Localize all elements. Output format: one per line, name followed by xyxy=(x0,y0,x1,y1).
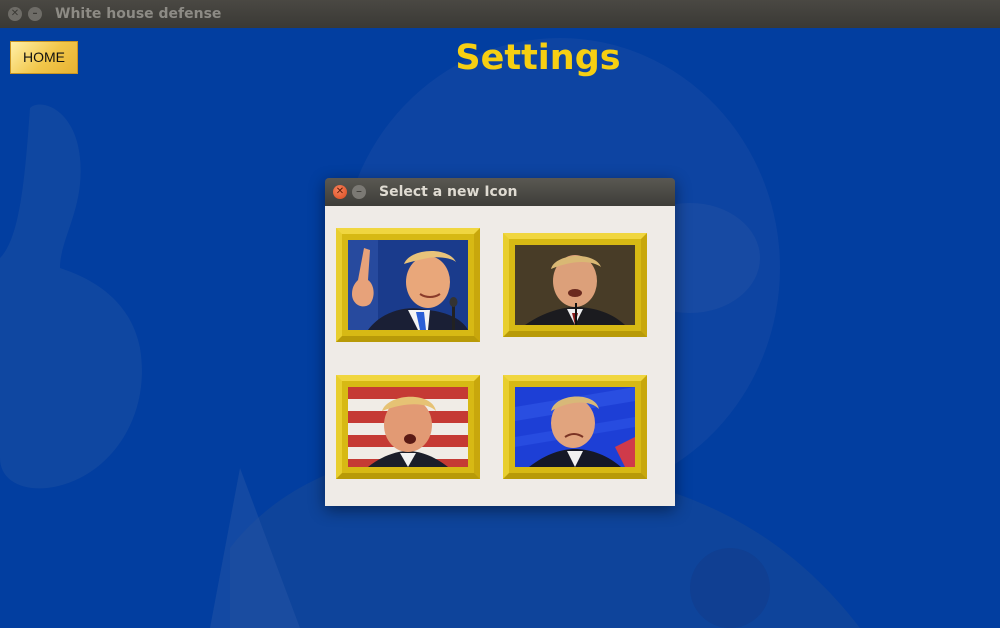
dialog-close-icon[interactable]: ✕ xyxy=(333,185,347,199)
window-titlebar: ✕ – White house defense xyxy=(0,0,1000,28)
page-title: Settings xyxy=(455,38,621,78)
icon-option-2[interactable] xyxy=(503,233,647,337)
dialog-title: Select a new Icon xyxy=(379,184,518,200)
icon-option-4[interactable] xyxy=(503,375,647,479)
dialog-body xyxy=(325,206,675,506)
dialog-titlebar: ✕ – Select a new Icon xyxy=(325,178,675,206)
portrait-flag-background-icon xyxy=(348,387,468,467)
portrait-pointing-finger-icon xyxy=(348,240,468,330)
portrait-blue-background-icon xyxy=(515,387,635,467)
window-close-icon[interactable]: ✕ xyxy=(8,7,22,21)
icon-option-3[interactable] xyxy=(336,375,480,479)
portrait-dark-background-icon xyxy=(515,245,635,325)
select-icon-dialog: ✕ – Select a new Icon xyxy=(325,178,675,506)
window-minimize-icon[interactable]: – xyxy=(28,7,42,21)
window-title: White house defense xyxy=(55,6,222,22)
app-window: ✕ – White house defense HOME Settings ✕ … xyxy=(0,0,1000,628)
icon-option-1[interactable] xyxy=(336,228,480,342)
dialog-minimize-icon[interactable]: – xyxy=(352,185,366,199)
